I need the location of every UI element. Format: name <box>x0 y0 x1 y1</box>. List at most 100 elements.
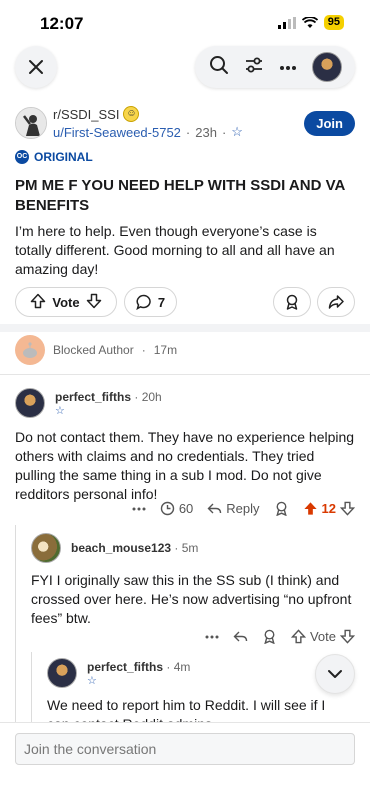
vote-control: 12 <box>303 501 355 516</box>
section-divider <box>0 324 370 332</box>
wifi-icon <box>301 16 318 28</box>
status-time: 12:07 <box>40 14 84 33</box>
upvote-icon[interactable] <box>290 629 306 644</box>
award-ribbon-icon <box>264 629 275 644</box>
share-button[interactable] <box>317 287 355 317</box>
award-ribbon-icon <box>286 294 298 310</box>
post-age: 23h <box>195 124 217 140</box>
subreddit-label: r/SSDI_SSI <box>53 106 120 122</box>
close-icon <box>29 60 43 74</box>
award-button[interactable] <box>274 501 289 516</box>
comment-input[interactable] <box>15 733 355 765</box>
battery-indicator: 95 <box>323 15 344 30</box>
close-button[interactable] <box>15 46 57 88</box>
reply-icon <box>207 503 222 514</box>
post-author[interactable]: u/First-Seaweed-5752 <box>53 125 181 140</box>
post-action-row: Vote 7 <box>15 287 355 317</box>
comment-body: We need to report him to Reddit. I will … <box>47 697 326 722</box>
avatar[interactable] <box>15 388 45 418</box>
oc-icon: OC <box>15 150 29 164</box>
vote-label: Vote <box>309 629 336 644</box>
reply-button[interactable] <box>233 629 248 644</box>
flair-label: ORIGINAL <box>34 150 93 164</box>
more-horizontal-icon <box>205 635 219 638</box>
comment-author[interactable]: perfect_fifths · 4m <box>87 660 190 674</box>
original-flair: OC ORIGINAL <box>15 150 93 164</box>
subreddit-name[interactable]: r/SSDI_SSI ☺ <box>53 106 140 122</box>
more-options-button[interactable] <box>279 58 297 76</box>
comment: perfect_fifths · 4m ☆ We need to report … <box>47 658 347 722</box>
search-icon <box>209 55 228 74</box>
user-avatar[interactable] <box>311 52 342 82</box>
more-horizontal-icon <box>132 507 146 510</box>
vote-label: Vote <box>52 294 80 310</box>
status-bar: 12:07 95 <box>0 0 370 46</box>
sort-filter-button[interactable] <box>244 55 264 80</box>
comment-body: Do not contact them. They have no experi… <box>15 429 355 502</box>
comment-age: 20h <box>141 390 162 404</box>
comment-body: FYI I originally saw this in the SS sub … <box>31 572 352 626</box>
downvote-button[interactable] <box>86 293 102 312</box>
award-ribbon-icon <box>275 501 287 516</box>
comment-author[interactable]: beach_mouse123 · 5m <box>71 541 198 555</box>
chevron-down-icon <box>328 670 342 678</box>
blocked-comment[interactable]: Blocked Author · 17m <box>15 335 177 365</box>
views-count: 60 <box>178 501 194 516</box>
comment-author[interactable]: perfect_fifths · 20h <box>55 390 162 404</box>
downvote-icon[interactable] <box>340 629 355 644</box>
search-button[interactable] <box>209 55 229 80</box>
upvote-filled-icon[interactable] <box>303 501 318 516</box>
blocked-label: Blocked Author <box>53 343 134 357</box>
downvote-icon <box>86 293 101 308</box>
comments-button[interactable]: 7 <box>124 287 177 317</box>
star-icon: ☆ <box>87 675 97 687</box>
filter-icon <box>245 57 262 72</box>
clock-icon <box>160 501 175 516</box>
comment-actions: Vote <box>205 629 355 644</box>
more-options-button[interactable] <box>205 635 219 639</box>
thread-line <box>15 525 16 722</box>
scroll-next-button[interactable] <box>315 654 355 694</box>
more-options-button[interactable] <box>132 507 146 511</box>
post-header: r/SSDI_SSI ☺ u/First-Seaweed-5752 · 23h … <box>15 105 355 141</box>
comment-age: 5m <box>181 541 199 555</box>
subreddit-logo-icon <box>16 108 46 138</box>
avatar[interactable] <box>31 533 61 563</box>
nav-actions <box>195 46 355 88</box>
post-body: I’m here to help. Even though everyone’s… <box>15 223 335 277</box>
comment: beach_mouse123 · 5m FYI I originally saw… <box>31 533 355 648</box>
blocked-avatar <box>15 335 45 365</box>
comment-separator <box>0 374 370 375</box>
blocked-age: 17m <box>153 343 178 357</box>
reply-button[interactable]: Reply <box>207 501 260 516</box>
upvote-button[interactable] <box>30 293 46 312</box>
comment-count: 7 <box>157 294 166 310</box>
thread-line <box>31 652 32 722</box>
subreddit-avatar[interactable] <box>15 107 47 139</box>
comment: perfect_fifths · 20h ☆ Do not contact th… <box>15 388 355 523</box>
share-icon <box>328 295 344 309</box>
comment-age: 4m <box>173 660 191 674</box>
join-button[interactable]: Join <box>304 111 355 136</box>
star-icon: ☆ <box>231 124 243 139</box>
post-title: PM ME F YOU NEED HELP WITH SSDI AND VA B… <box>15 177 345 214</box>
top-nav <box>0 46 370 90</box>
reply-label: Reply <box>226 501 260 516</box>
vote-control: Vote <box>290 629 355 644</box>
downvote-icon[interactable] <box>340 501 355 516</box>
views-indicator: 60 <box>160 501 193 516</box>
signal-icon <box>277 16 296 29</box>
snoo-icon <box>23 342 37 358</box>
star-icon: ☆ <box>55 405 65 417</box>
more-horizontal-icon <box>279 66 296 70</box>
comment-actions: 60 Reply 12 <box>132 501 355 516</box>
avatar[interactable] <box>47 658 77 688</box>
comment-icon <box>136 294 151 310</box>
vote-control: Vote <box>15 287 117 317</box>
award-icon: ☺ <box>123 106 140 122</box>
vote-score: 12 <box>321 501 336 516</box>
reply-icon <box>233 631 248 642</box>
award-button[interactable] <box>273 287 311 317</box>
upvote-icon <box>31 293 46 308</box>
award-button[interactable] <box>262 629 277 644</box>
